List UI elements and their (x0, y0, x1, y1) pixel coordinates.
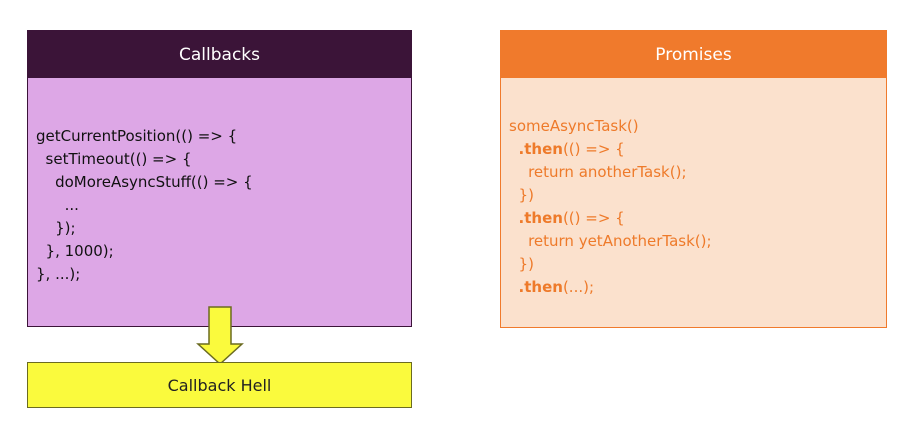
promises-code-line: }) (509, 186, 534, 204)
promises-code-line: someAsyncTask() (509, 117, 639, 135)
callbacks-panel: Callbacks getCurrentPosition(() => { set… (27, 30, 412, 327)
promises-code-line: return anotherTask(); (509, 163, 687, 181)
callbacks-code-line: }, 1000); (36, 242, 114, 260)
promises-code-line: return yetAnotherTask(); (509, 232, 712, 250)
callbacks-title: Callbacks (179, 44, 260, 65)
callbacks-code-line: doMoreAsyncStuff(() => { (36, 173, 253, 191)
promises-code: someAsyncTask() .then(() => { return ano… (509, 115, 712, 299)
down-arrow-icon (196, 306, 244, 366)
then-keyword: .then (518, 278, 563, 296)
callbacks-code-line: ... (36, 196, 79, 214)
then-keyword: .then (518, 209, 563, 227)
promises-code-line: (() => { (562, 140, 625, 158)
promises-panel: Promises someAsyncTask() .then(() => { r… (500, 30, 887, 328)
then-keyword: .then (518, 140, 563, 158)
promises-title: Promises (655, 44, 732, 65)
callbacks-code: getCurrentPosition(() => { setTimeout(()… (36, 125, 253, 286)
callbacks-code-line: }); (36, 219, 76, 237)
callbacks-code-line: }, ...); (36, 265, 81, 283)
promises-header: Promises (501, 31, 886, 78)
promises-code-line: (...); (562, 278, 595, 296)
callbacks-code-line: getCurrentPosition(() => { (36, 127, 238, 145)
callbacks-header: Callbacks (28, 31, 411, 78)
callback-hell-label: Callback Hell (167, 375, 272, 395)
promises-code-line: }) (509, 255, 534, 273)
callbacks-code-line: setTimeout(() => { (36, 150, 192, 168)
callback-hell-box: Callback Hell (27, 362, 412, 408)
promises-code-line: (() => { (562, 209, 625, 227)
